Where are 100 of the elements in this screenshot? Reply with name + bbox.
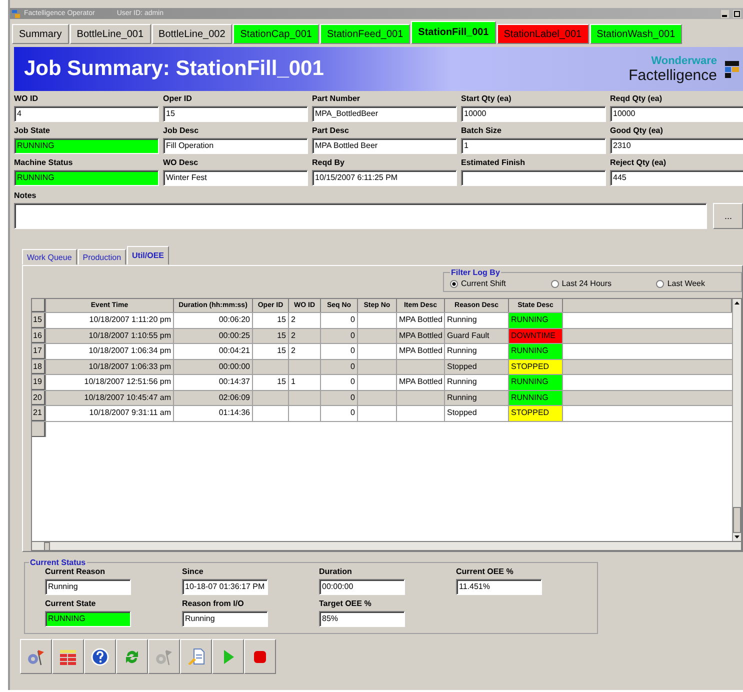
product-name: Factelligence: [628, 66, 717, 84]
maximize-button[interactable]: [733, 10, 741, 18]
view-tab[interactable]: Work Queue: [22, 249, 77, 265]
text-field[interactable]: 11.451%: [456, 579, 542, 595]
station-tab[interactable]: StationWash_001: [590, 24, 682, 44]
field-label: Job State: [14, 126, 52, 135]
table-cell: 1: [289, 375, 321, 390]
text-field[interactable]: RUNNING: [45, 611, 131, 627]
edit-document-button[interactable]: [180, 639, 212, 674]
scroll-thumb[interactable]: [44, 542, 50, 551]
field-label: Machine Status: [14, 158, 74, 167]
table-cell: 0: [321, 390, 358, 405]
gear-flag-button[interactable]: [20, 639, 52, 674]
station-tab[interactable]: StationFeed_001: [320, 24, 410, 44]
field-label: Target OEE %: [319, 599, 372, 608]
row-number: 15: [32, 313, 46, 328]
table-cell: 0: [321, 328, 358, 343]
text-field[interactable]: 10000: [461, 106, 606, 122]
text-field[interactable]: 85%: [319, 611, 405, 627]
field-label: Current State: [45, 599, 97, 608]
text-field[interactable]: 10/15/2007 6:11:25 PM: [312, 170, 457, 186]
text-field[interactable]: RUNNING: [14, 170, 159, 186]
text-field[interactable]: 15: [163, 106, 308, 122]
text-field[interactable]: MPA_BottledBeer: [312, 106, 457, 122]
text-field[interactable]: MPA Bottled Beer: [312, 138, 457, 154]
table-button[interactable]: [52, 639, 84, 674]
document-pencil-icon: [186, 646, 206, 666]
page-title: Job Summary: StationFill_001: [24, 57, 324, 81]
field-label: Reqd Qty (ea): [610, 94, 664, 103]
text-field[interactable]: RUNNING: [14, 138, 159, 154]
field-label: Estimated Finish: [461, 158, 526, 167]
refresh-button[interactable]: [116, 639, 148, 674]
table-cell: 00:04:21: [174, 344, 253, 358]
table-cell: 0: [321, 406, 358, 420]
table-cell: 10/18/2007 1:06:34 pm: [46, 344, 174, 358]
station-tab[interactable]: StationLabel_001: [496, 24, 589, 44]
field-label: Oper ID: [163, 94, 193, 103]
view-tab[interactable]: Production: [78, 249, 126, 265]
text-field[interactable]: 2310: [610, 138, 743, 154]
station-tab[interactable]: BottleLine_002: [152, 24, 232, 44]
text-field[interactable]: 445: [610, 170, 743, 186]
table-cell: 0: [321, 360, 358, 374]
table-cell: 10/18/2007 1:11:20 pm: [46, 313, 174, 328]
table-cell: STOPPED: [509, 406, 563, 420]
more-button[interactable]: ...: [713, 203, 743, 229]
group-title: Current Status: [29, 558, 87, 567]
row-number: 20: [32, 390, 46, 405]
field-label: Start Qty (ea): [461, 94, 512, 103]
field-label: Current OEE %: [456, 567, 514, 576]
text-field[interactable]: Running: [45, 579, 131, 595]
scroll-thumb[interactable]: [733, 507, 741, 533]
field-label: Reason from I/O: [182, 599, 245, 608]
field-label: Reqd By: [312, 158, 346, 167]
play-button[interactable]: [212, 639, 244, 674]
brand-logo-icon: [725, 59, 739, 79]
text-field[interactable]: 10000: [610, 106, 743, 122]
table-cell: 0: [321, 313, 358, 328]
field-label: Duration: [319, 567, 353, 576]
text-field[interactable]: 4: [14, 106, 159, 122]
help-button[interactable]: [84, 639, 116, 674]
table-cell: 15: [253, 313, 289, 328]
field-label: Part Desc: [312, 126, 350, 135]
horizontal-scrollbar[interactable]: [32, 541, 741, 550]
table-cell: 2: [289, 328, 321, 343]
station-tab[interactable]: StationCap_001: [233, 24, 319, 44]
field-label: Batch Size: [461, 126, 502, 135]
text-field[interactable]: Winter Fest: [163, 170, 308, 186]
text-field[interactable]: [461, 170, 606, 186]
radio-option[interactable]: Last 24 Hours: [550, 279, 612, 288]
minimize-button[interactable]: [721, 10, 729, 18]
table-cell: 10/18/2007 10:45:47 am: [46, 390, 174, 405]
text-field[interactable]: 10-18-07 01:36:17 PM: [182, 579, 268, 595]
app-logo-icon: [12, 10, 20, 18]
row-number: 19: [32, 375, 46, 390]
station-tab[interactable]: StationFill_001: [411, 21, 496, 44]
table-cell: MPA Bottled: [397, 375, 445, 390]
field-label: Part Number: [312, 94, 362, 103]
brand-name: Wonderware: [651, 54, 717, 66]
table-cell: 10/18/2007 1:06:33 pm: [46, 360, 174, 374]
text-field[interactable]: 1: [461, 138, 606, 154]
table-cell: MPA Bottled: [397, 328, 445, 343]
field-label: Notes: [14, 191, 38, 200]
view-tab[interactable]: Util/OEE: [127, 246, 170, 265]
radio-option[interactable]: Last Week: [656, 279, 705, 288]
radio-option[interactable]: Current Shift: [450, 279, 506, 288]
stop-button[interactable]: [244, 639, 276, 674]
vertical-scrollbar[interactable]: [732, 299, 741, 541]
row-number: 16: [32, 328, 46, 343]
text-field[interactable]: Fill Operation: [163, 138, 308, 154]
text-field[interactable]: 00:00:00: [319, 579, 405, 595]
text-field[interactable]: Running: [182, 611, 268, 627]
scroll-up-icon: [733, 299, 741, 307]
table-cell: 10/18/2007 9:31:11 am: [46, 406, 174, 420]
notes-field[interactable]: [14, 203, 708, 229]
table-cell: 15: [253, 344, 289, 358]
station-tab[interactable]: BottleLine_001: [70, 24, 151, 44]
station-tab[interactable]: Summary: [12, 24, 69, 44]
table-cell: 0: [321, 344, 358, 358]
table-cell: 2: [289, 313, 321, 328]
field-label: Good Qty (ea): [610, 126, 664, 135]
